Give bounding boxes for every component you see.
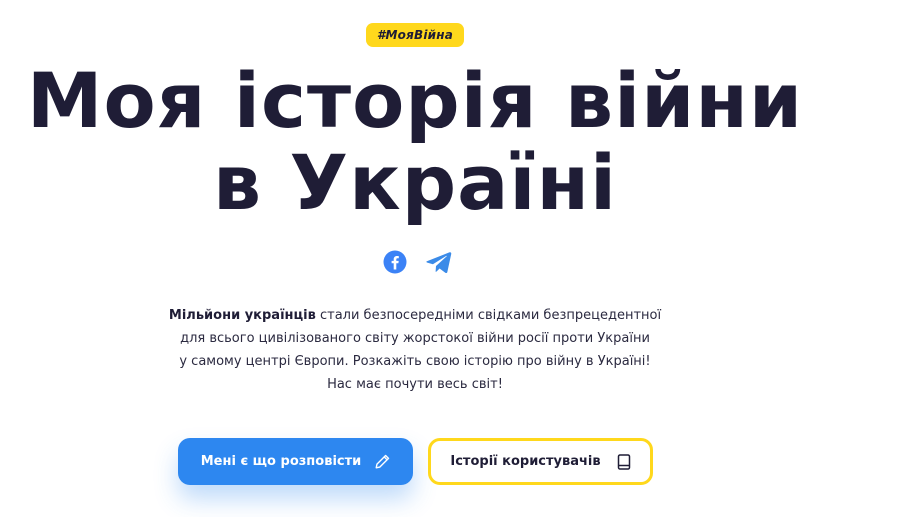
intro-text-1: стали безпосередніми свідками безпрецеде… <box>315 308 662 323</box>
social-links <box>382 249 452 275</box>
facebook-icon <box>383 250 407 274</box>
intro-paragraph: Мільйони українців стали безпосередніми … <box>150 304 680 396</box>
intro-text-3: у самому центрі Європи. Розкажіть свою і… <box>179 354 651 369</box>
intro-text-4: Нас має почути весь світ! <box>327 377 503 392</box>
telegram-icon <box>426 252 452 273</box>
pencil-icon <box>375 454 390 469</box>
telegram-link[interactable] <box>426 249 452 275</box>
user-stories-label: Історії користувачів <box>450 454 601 469</box>
hero-title-line-1: Моя історія війни <box>26 56 804 145</box>
tell-story-label: Мені є що розповісти <box>200 454 362 469</box>
hero-title-line-2: в Україні <box>212 138 618 227</box>
intro-text-2: для всього цивілізованого світу жорстоко… <box>180 331 650 346</box>
book-icon <box>617 453 631 470</box>
tell-story-button[interactable]: Мені є що розповісти <box>178 438 413 485</box>
facebook-link[interactable] <box>382 249 408 275</box>
intro-bold-lead: Мільйони українців <box>168 308 316 323</box>
hero-title: Моя історія війни в Україні <box>0 60 830 224</box>
hashtag-badge[interactable]: #МояВійна <box>366 23 464 47</box>
user-stories-button[interactable]: Історії користувачів <box>428 438 653 485</box>
